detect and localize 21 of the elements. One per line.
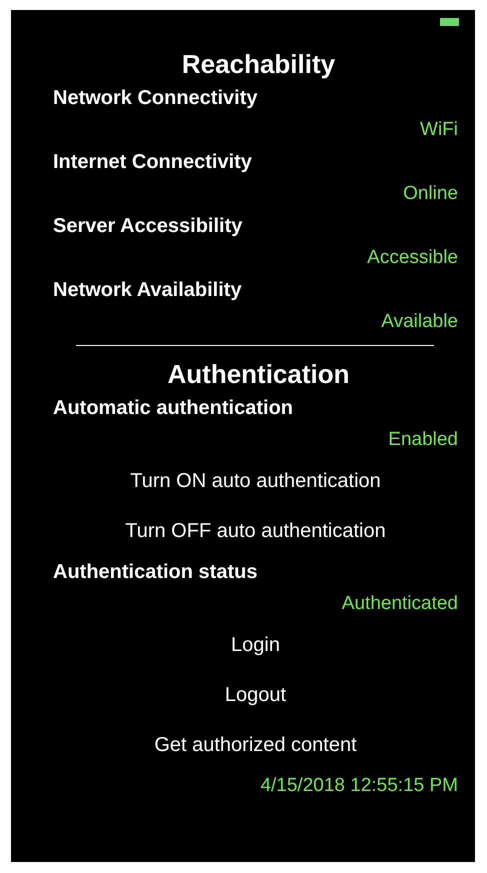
battery-icon bbox=[440, 18, 459, 26]
status-value: Online bbox=[403, 183, 458, 205]
action-button[interactable]: Logout bbox=[224, 684, 286, 706]
field-label: Automatic authentication bbox=[53, 396, 294, 420]
field-label: Authentication status bbox=[53, 560, 258, 584]
action-button[interactable]: Login bbox=[231, 634, 280, 656]
action-button[interactable]: Get authorized content bbox=[154, 734, 357, 756]
section-title: Authentication bbox=[168, 358, 350, 391]
field-label: Network Availability bbox=[53, 278, 242, 302]
action-button[interactable]: Turn OFF auto authentication bbox=[125, 520, 386, 542]
field-label: Internet Connectivity bbox=[53, 150, 252, 174]
status-value: 4/15/2018 12:55:15 PM bbox=[260, 775, 458, 797]
status-value: Authenticated bbox=[342, 593, 458, 615]
field-label: Network Connectivity bbox=[53, 86, 258, 110]
field-label: Server Accessibility bbox=[53, 214, 242, 238]
status-value: WiFi bbox=[420, 119, 458, 141]
action-button[interactable]: Turn ON auto authentication bbox=[130, 470, 381, 492]
section-title: Reachability bbox=[182, 48, 336, 81]
status-value: Enabled bbox=[388, 429, 458, 451]
status-value: Accessible bbox=[367, 247, 458, 269]
status-value: Available bbox=[381, 311, 458, 333]
